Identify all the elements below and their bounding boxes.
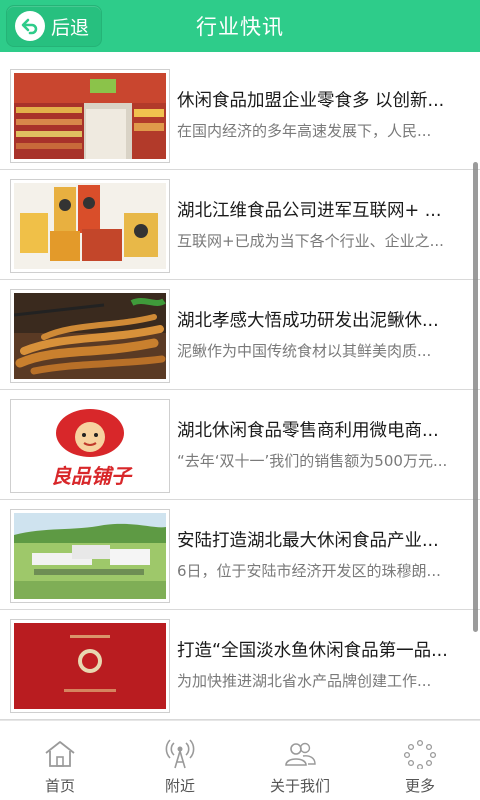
news-thumbnail: [10, 619, 170, 713]
news-list: 休闲食品加盟企业零食多 以创新... 在国内经济的多年高速发展下，人民... 湖…: [0, 52, 480, 720]
news-title: 安陆打造湖北最大休闲食品产业...: [177, 531, 439, 551]
back-arrow-icon: [15, 11, 45, 41]
news-title: 湖北孝感大悟成功研发出泥鳅休...: [177, 311, 439, 331]
news-item-6[interactable]: 打造“全国淡水鱼休闲食品第一品... 为加快推进湖北省水产品牌创建工作...: [0, 610, 480, 720]
news-thumbnail: 良品铺子: [10, 399, 170, 493]
back-label: 后退: [51, 16, 90, 39]
more-dots-icon: [403, 739, 437, 769]
bottom-tab-bar: 首页 附近 关于我们 更多: [0, 720, 480, 800]
news-title: 打造“全国淡水鱼休闲食品第一品...: [177, 641, 448, 661]
news-item-1[interactable]: 休闲食品加盟企业零食多 以创新... 在国内经济的多年高速发展下，人民...: [0, 60, 480, 170]
snack-packages-image: [14, 183, 166, 269]
top-bar: 后退 行业快讯: [0, 0, 480, 52]
home-icon: [45, 741, 75, 767]
tab-label: 首页: [44, 777, 75, 795]
news-item-3[interactable]: 湖北孝感大悟成功研发出泥鳅休... 泥鳅作为中国传统食材以其鲜美肉质...: [0, 280, 480, 390]
signal-tower-icon: [165, 739, 195, 769]
tab-home[interactable]: 首页: [0, 721, 120, 800]
list-scrollbar[interactable]: [473, 162, 478, 632]
news-item-2[interactable]: 湖北江维食品公司进军互联网+ ... 互联网+已成为当下各个行业、企业之...: [0, 170, 480, 280]
news-item-4[interactable]: 良品铺子 湖北休闲食品零售商利用微电商... “去年‘双十一’我们的销售额为50…: [0, 390, 480, 500]
back-button[interactable]: 后退: [6, 5, 102, 47]
news-summary: 互联网+已成为当下各个行业、企业之...: [177, 232, 444, 250]
news-summary: 6日，位于安陆市经济开发区的珠穆朗...: [177, 562, 441, 580]
tab-label: 更多: [404, 777, 435, 795]
news-title: 湖北江维食品公司进军互联网+ ...: [177, 201, 442, 221]
tab-more[interactable]: 更多: [360, 721, 480, 800]
people-icon: [285, 742, 316, 766]
tab-label: 关于我们: [269, 777, 330, 795]
tab-nearby[interactable]: 附近: [120, 721, 240, 800]
page-title: 行业快讯: [196, 15, 284, 39]
tab-about-us[interactable]: 关于我们: [240, 721, 360, 800]
news-summary: 在国内经济的多年高速发展下，人民...: [177, 122, 432, 140]
news-thumbnail: [10, 179, 170, 273]
news-summary: 为加快推进湖北省水产品牌创建工作...: [177, 672, 432, 690]
tab-label: 附近: [164, 777, 195, 795]
news-thumbnail: [10, 69, 170, 163]
red-brand-banner-image: [14, 623, 166, 709]
brand-logo-text: 良品铺子: [51, 464, 131, 488]
news-summary: 泥鳅作为中国传统食材以其鲜美肉质...: [177, 342, 432, 360]
news-summary: “去年‘双十一’我们的销售额为500万元...: [177, 452, 448, 470]
snack-shop-image: [14, 73, 166, 159]
industrial-park-image: [14, 513, 166, 599]
news-thumbnail: [10, 509, 170, 603]
news-title: 湖北休闲食品零售商利用微电商...: [177, 421, 439, 441]
fried-loach-image: [14, 293, 166, 379]
news-title: 休闲食品加盟企业零食多 以创新...: [177, 91, 445, 111]
news-item-5[interactable]: 安陆打造湖北最大休闲食品产业... 6日，位于安陆市经济开发区的珠穆朗...: [0, 500, 480, 610]
news-thumbnail: [10, 289, 170, 383]
